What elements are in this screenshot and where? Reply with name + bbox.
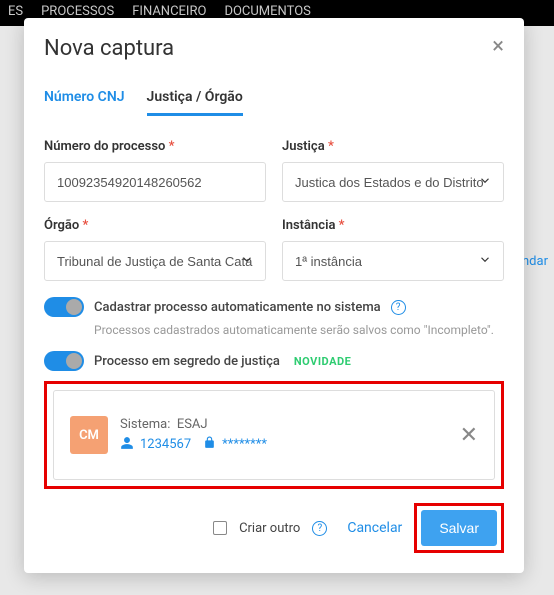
toggle-label-segredo: Processo em segredo de justiça [94,354,280,369]
credential-pass: ******** [222,437,267,452]
label-instancia: Instância * [282,218,504,233]
help-icon[interactable]: ? [312,521,327,536]
input-numero-processo[interactable] [44,162,266,202]
select-orgao[interactable] [44,241,266,281]
toggle-label-auto: Cadastrar processo automaticamente no si… [94,300,381,315]
label-justica: Justiça * [282,139,504,154]
nav-item[interactable]: ES [8,4,23,22]
remove-credential-icon[interactable]: ✕ [460,423,478,448]
hint-auto: Processos cadastrados automaticamente se… [94,323,504,337]
avatar: CM [70,416,108,454]
select-instancia[interactable] [282,241,504,281]
toggle-segredo-justica[interactable] [44,351,84,371]
credential-user: 1234567 [140,437,191,452]
modal-nova-captura: Nova captura × Número CNJ Justiça / Órgã… [24,18,524,573]
checkbox-criar-outro[interactable] [213,521,227,535]
background-link[interactable]: ndar [522,254,548,269]
highlight-save: Salvar [414,503,504,553]
close-icon[interactable]: × [492,36,504,58]
tab-numero-cnj[interactable]: Número CNJ [44,89,125,116]
tab-bar: Número CNJ Justiça / Órgão [44,89,504,117]
save-button[interactable]: Salvar [421,510,497,546]
credential-system: Sistema: ESAJ [120,417,448,432]
label-criar-outro: Criar outro [239,521,300,536]
badge-novidade: NOVIDADE [294,355,351,368]
select-justica[interactable] [282,162,504,202]
toggle-cadastrar-auto[interactable] [44,297,84,317]
label-orgao: Órgão * [44,218,266,233]
tab-justica-orgao[interactable]: Justiça / Órgão [147,89,243,116]
cancel-button[interactable]: Cancelar [347,520,402,536]
help-icon[interactable]: ? [391,300,406,315]
user-icon [120,436,134,454]
label-numero-processo: Número do processo * [44,139,266,154]
modal-title: Nova captura [44,36,174,61]
lock-icon [203,436,216,453]
highlight-credentials: CM Sistema: ESAJ 1234567 ******** ✕ [44,381,504,489]
credential-card: CM Sistema: ESAJ 1234567 ******** ✕ [53,390,495,480]
